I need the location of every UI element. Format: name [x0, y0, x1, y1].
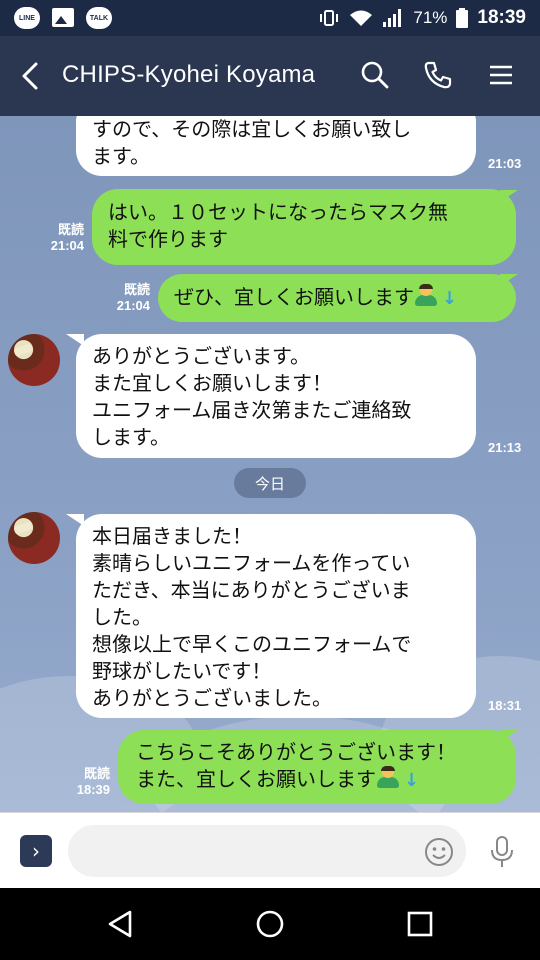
microphone-icon[interactable] [488, 835, 516, 869]
message-input-bar: › [0, 812, 540, 888]
message-bubble-outgoing[interactable]: はい。１０セットになったらマスク無 料で作ります [92, 189, 516, 265]
signal-icon [383, 9, 402, 27]
back-icon[interactable] [18, 62, 44, 90]
menu-icon[interactable] [486, 60, 516, 90]
message-time: 21:13 [488, 440, 522, 455]
nav-back-icon[interactable] [104, 908, 136, 940]
contact-avatar[interactable] [8, 334, 60, 386]
gallery-icon [52, 8, 74, 27]
nav-recents-icon[interactable] [404, 908, 436, 940]
nav-home-icon[interactable] [254, 908, 286, 940]
chat-area[interactable]: すので、その際は宜しくお願い致し ます。 21:03 既読 21:04 はい。１０… [0, 116, 540, 812]
message-bubble-outgoing[interactable]: ぜひ、宜しくお願いします ↓ [158, 274, 516, 322]
person-emoji [414, 284, 438, 307]
talk-app-icon: TALK [86, 7, 112, 29]
read-receipt: 既読 18:39 [76, 766, 110, 797]
message-bubble-incoming[interactable]: すので、その際は宜しくお願い致し ます。 [76, 116, 476, 176]
chat-header: CHIPS-Kyohei Koyama [0, 36, 540, 116]
message-bubble-outgoing[interactable]: こちらこそありがとうございます！ また、宜しくお願いします ↓ [118, 730, 516, 804]
wifi-icon [350, 10, 373, 26]
navigation-bar [0, 888, 540, 960]
chat-title: CHIPS-Kyohei Koyama [62, 61, 316, 88]
status-bar: LINE TALK 71% 18:39 [0, 0, 540, 36]
read-receipt: 既読 21:04 [50, 222, 84, 253]
arrow-down-emoji: ↓ [404, 770, 420, 791]
message-time: 18:31 [488, 698, 522, 713]
contact-avatar[interactable] [8, 512, 60, 564]
read-receipt: 既読 21:04 [116, 282, 150, 313]
search-icon[interactable] [360, 60, 390, 90]
vibrate-icon [320, 10, 339, 26]
message-input[interactable] [68, 825, 466, 877]
message-text: ぜひ、宜しくお願いします [174, 285, 414, 309]
person-emoji [376, 766, 400, 789]
emoji-icon[interactable] [424, 837, 454, 867]
phone-icon[interactable] [423, 60, 453, 90]
message-bubble-incoming[interactable]: 本日届きました！ 素晴らしいユニフォームを作ってい ただき、本当にありがとうござ… [76, 514, 476, 718]
line-app-icon: LINE [14, 7, 40, 29]
expand-menu-button[interactable]: › [20, 835, 52, 867]
date-separator: 今日 [234, 468, 306, 498]
arrow-down-emoji: ↓ [442, 288, 458, 309]
message-time: 21:03 [488, 156, 522, 171]
battery-icon [456, 8, 469, 28]
message-bubble-incoming[interactable]: ありがとうございます。 また宜しくお願いします！ ユニフォーム届き次第またご連絡… [76, 334, 476, 458]
battery-percent: 71% [413, 8, 448, 27]
clock: 18:39 [477, 7, 526, 28]
